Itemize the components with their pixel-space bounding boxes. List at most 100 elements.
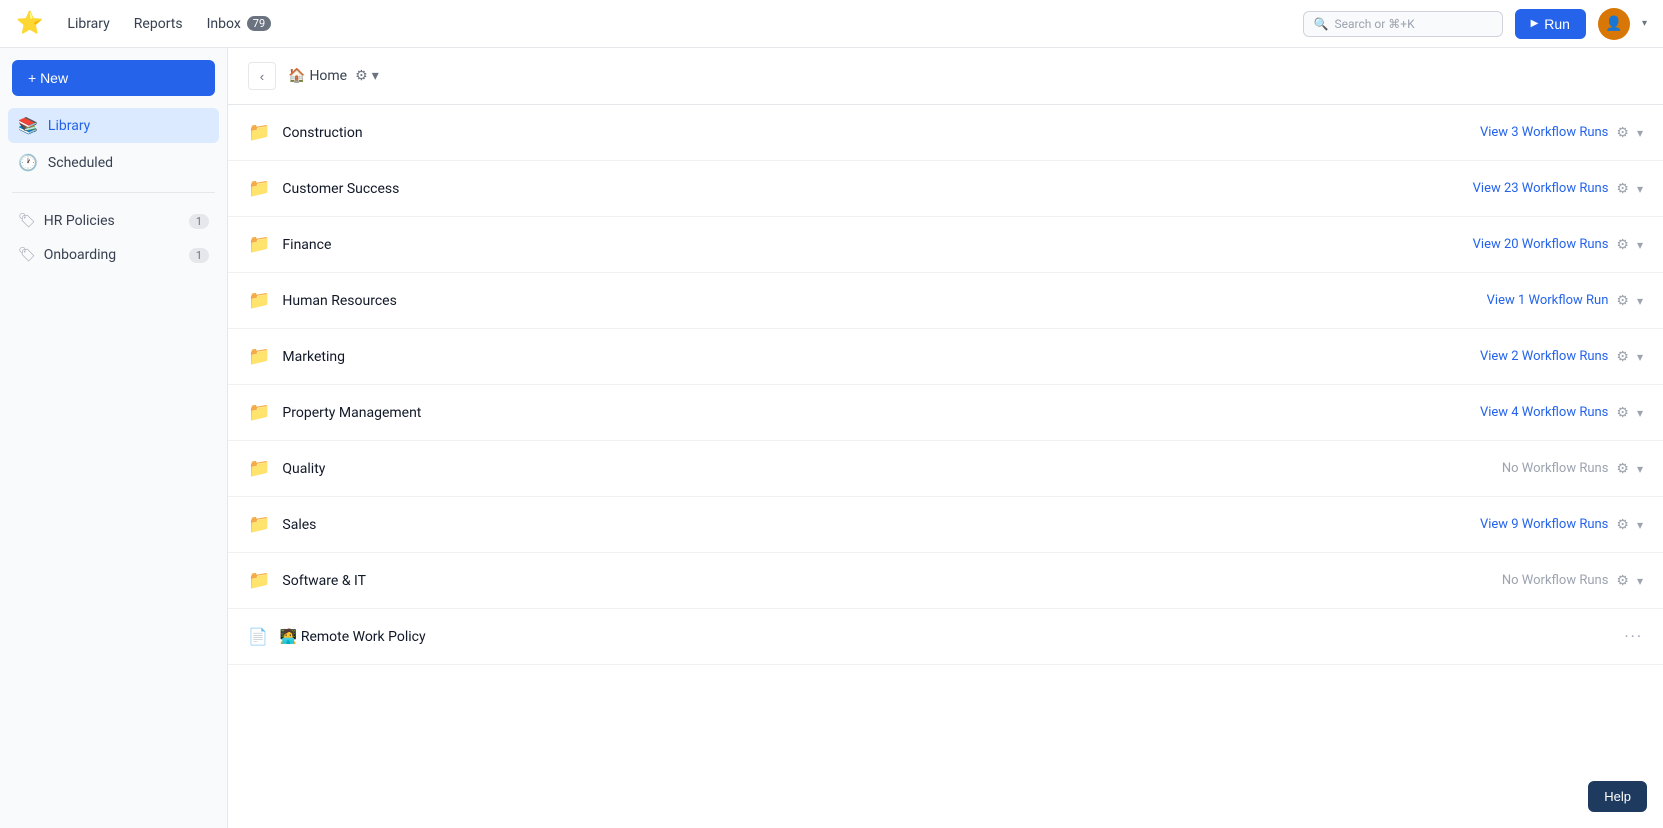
sidebar-divider [12, 192, 215, 193]
run-label: Run [1544, 16, 1570, 32]
workflow-runs-link-finance[interactable]: View 20 Workflow Runs [1473, 237, 1609, 252]
run-button[interactable]: ▶ Run [1515, 9, 1586, 39]
folder-actions-software-it: No Workflow Runs ⚙ ▾ [1502, 573, 1643, 589]
breadcrumb-home[interactable]: 🏠 Home [288, 68, 347, 84]
gear-icon-finance[interactable]: ⚙ [1616, 237, 1629, 253]
folder-actions-marketing: View 2 Workflow Runs ⚙ ▾ [1480, 349, 1643, 365]
gear-icon-marketing[interactable]: ⚙ [1616, 349, 1629, 365]
inbox-badge: 79 [247, 16, 271, 31]
gear-icon-quality[interactable]: ⚙ [1616, 461, 1629, 477]
gear-icon-construction[interactable]: ⚙ [1616, 125, 1629, 141]
folder-row-sales[interactable]: 📁 Sales View 9 Workflow Runs ⚙ ▾ [228, 497, 1663, 553]
folder-row-marketing[interactable]: 📁 Marketing View 2 Workflow Runs ⚙ ▾ [228, 329, 1663, 385]
workflow-runs-link-property-management[interactable]: View 4 Workflow Runs [1480, 405, 1608, 420]
folder-row-finance[interactable]: 📁 Finance View 20 Workflow Runs ⚙ ▾ [228, 217, 1663, 273]
main-content: ‹ 🏠 Home ⚙ ▾ 📁 Construction View 3 Workf… [228, 48, 1663, 828]
folder-icon-quality: 📁 [248, 458, 270, 479]
folder-name-sales: Sales [282, 517, 1480, 533]
new-button[interactable]: + New [12, 60, 215, 96]
chevron-icon-marketing[interactable]: ▾ [1637, 350, 1643, 364]
gear-icon-human-resources[interactable]: ⚙ [1616, 293, 1629, 309]
avatar[interactable]: 👤 [1598, 8, 1630, 40]
chevron-icon-sales[interactable]: ▾ [1637, 518, 1643, 532]
document-actions-remote-work: ··· [1624, 627, 1643, 646]
sidebar-nav: 📚 Library 🕐 Scheduled [0, 108, 227, 180]
folder-actions-sales: View 9 Workflow Runs ⚙ ▾ [1480, 517, 1643, 533]
chevron-icon-human-resources[interactable]: ▾ [1637, 294, 1643, 308]
avatar-chevron-icon[interactable]: ▾ [1642, 18, 1647, 29]
workflow-runs-link-construction[interactable]: View 3 Workflow Runs [1480, 125, 1608, 140]
chevron-icon-customer-success[interactable]: ▾ [1637, 182, 1643, 196]
workflow-runs-link-sales[interactable]: View 9 Workflow Runs [1480, 517, 1608, 532]
document-row-remote-work[interactable]: 📄 🧑‍💻 Remote Work Policy ··· [228, 609, 1663, 665]
folder-icon-finance: 📁 [248, 234, 270, 255]
workflow-runs-link-marketing[interactable]: View 2 Workflow Runs [1480, 349, 1608, 364]
sidebar-library-label: Library [48, 118, 90, 134]
gear-icon-software-it[interactable]: ⚙ [1616, 573, 1629, 589]
clock-icon: 🕐 [18, 153, 38, 172]
home-icon: 🏠 [288, 68, 305, 84]
gear-icon-customer-success[interactable]: ⚙ [1616, 181, 1629, 197]
breadcrumb-settings[interactable]: ⚙ ▾ [355, 68, 379, 84]
folder-name-property-management: Property Management [282, 405, 1480, 421]
folder-actions-quality: No Workflow Runs ⚙ ▾ [1502, 461, 1643, 477]
document-name-remote-work: 🧑‍💻 Remote Work Policy [280, 629, 1625, 645]
sidebar-item-library[interactable]: 📚 Library [8, 108, 219, 143]
tag-item-hr-policies[interactable]: 🏷 HR Policies 1 [8, 205, 219, 237]
gear-icon-property-management[interactable]: ⚙ [1616, 405, 1629, 421]
search-box[interactable]: 🔍 Search or ⌘+K [1303, 11, 1503, 37]
folder-row-property-management[interactable]: 📁 Property Management View 4 Workflow Ru… [228, 385, 1663, 441]
no-runs-software-it: No Workflow Runs [1502, 573, 1609, 588]
logo-icon[interactable]: ⭐ [16, 11, 43, 36]
folder-icon-software-it: 📁 [248, 570, 270, 591]
folder-name-human-resources: Human Resources [282, 293, 1486, 309]
nav-library[interactable]: Library [67, 16, 109, 32]
sidebar-scheduled-label: Scheduled [48, 155, 113, 171]
folder-name-quality: Quality [282, 461, 1501, 477]
nav-inbox-wrapper: Inbox 79 [207, 16, 272, 32]
tag-item-onboarding[interactable]: 🏷 Onboarding 1 [8, 239, 219, 271]
folder-row-human-resources[interactable]: 📁 Human Resources View 1 Workflow Run ⚙ … [228, 273, 1663, 329]
top-nav-left: ⭐ Library Reports Inbox 79 [16, 11, 271, 36]
chevron-icon-software-it[interactable]: ▾ [1637, 574, 1643, 588]
tag-count-onboarding: 1 [189, 248, 209, 263]
breadcrumb-home-label: Home [309, 68, 347, 84]
workflow-runs-link-customer-success[interactable]: View 23 Workflow Runs [1473, 181, 1609, 196]
folder-row-customer-success[interactable]: 📁 Customer Success View 23 Workflow Runs… [228, 161, 1663, 217]
search-placeholder: Search or ⌘+K [1335, 17, 1415, 31]
breadcrumb: ‹ 🏠 Home ⚙ ▾ [228, 48, 1663, 105]
chevron-icon-finance[interactable]: ▾ [1637, 238, 1643, 252]
folder-row-construction[interactable]: 📁 Construction View 3 Workflow Runs ⚙ ▾ [228, 105, 1663, 161]
sidebar-item-scheduled[interactable]: 🕐 Scheduled [8, 145, 219, 180]
help-button[interactable]: Help [1588, 781, 1647, 812]
folder-actions-property-management: View 4 Workflow Runs ⚙ ▾ [1480, 405, 1643, 421]
chevron-icon-quality[interactable]: ▾ [1637, 462, 1643, 476]
folder-actions-construction: View 3 Workflow Runs ⚙ ▾ [1480, 125, 1643, 141]
collapse-sidebar-button[interactable]: ‹ [248, 62, 276, 90]
chevron-icon-property-management[interactable]: ▾ [1637, 406, 1643, 420]
folder-icon-property-management: 📁 [248, 402, 270, 423]
search-icon: 🔍 [1314, 17, 1329, 31]
folder-name-finance: Finance [282, 237, 1472, 253]
top-nav: ⭐ Library Reports Inbox 79 🔍 Search or ⌘… [0, 0, 1663, 48]
nav-reports[interactable]: Reports [134, 16, 183, 32]
no-runs-quality: No Workflow Runs [1502, 461, 1609, 476]
folder-row-software-it[interactable]: 📁 Software & IT No Workflow Runs ⚙ ▾ [228, 553, 1663, 609]
tag-icon-onboarding: 🏷 [18, 247, 36, 263]
folder-name-marketing: Marketing [282, 349, 1480, 365]
nav-inbox[interactable]: Inbox [207, 16, 241, 32]
more-options-icon-remote-work[interactable]: ··· [1624, 627, 1643, 646]
layout: + New 📚 Library 🕐 Scheduled 🏷 HR Policie… [0, 48, 1663, 828]
tag-icon-hr: 🏷 [18, 213, 36, 229]
folder-list: 📁 Construction View 3 Workflow Runs ⚙ ▾ … [228, 105, 1663, 665]
settings-icon: ⚙ [355, 68, 368, 84]
workflow-runs-link-human-resources[interactable]: View 1 Workflow Run [1487, 293, 1609, 308]
chevron-icon-construction[interactable]: ▾ [1637, 126, 1643, 140]
folder-actions-finance: View 20 Workflow Runs ⚙ ▾ [1473, 237, 1643, 253]
folder-icon-marketing: 📁 [248, 346, 270, 367]
sidebar-tags: 🏷 HR Policies 1 🏷 Onboarding 1 [0, 205, 227, 271]
folder-row-quality[interactable]: 📁 Quality No Workflow Runs ⚙ ▾ [228, 441, 1663, 497]
gear-icon-sales[interactable]: ⚙ [1616, 517, 1629, 533]
top-nav-right: 🔍 Search or ⌘+K ▶ Run 👤 ▾ [1303, 8, 1647, 40]
folder-name-construction: Construction [282, 125, 1480, 141]
